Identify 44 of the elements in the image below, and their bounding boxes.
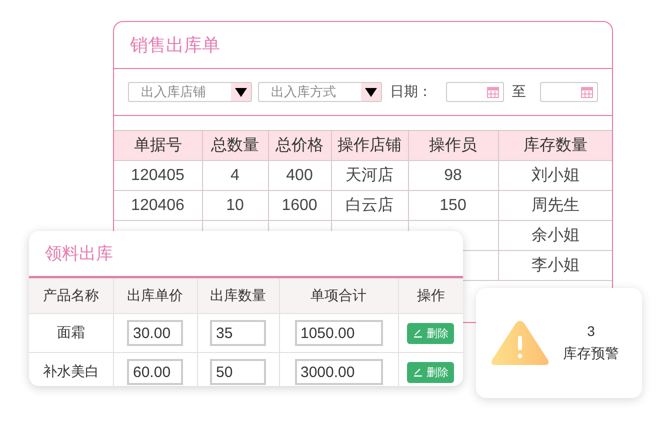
field-label: 日期： <box>390 83 432 101</box>
calendar-icon <box>487 86 499 98</box>
quantity-input[interactable]: 35 <box>210 320 266 346</box>
price-input[interactable]: 30.00 <box>127 320 183 346</box>
field-label: 至 <box>512 83 526 101</box>
column-header: 出库数量 <box>197 278 279 314</box>
column-header: 操作 <box>398 278 463 314</box>
table-cell: 400 <box>268 160 331 190</box>
price-input[interactable]: 60.00 <box>127 359 183 385</box>
table-cell: 120406 <box>114 190 202 220</box>
quantity-input[interactable]: 50 <box>210 359 266 385</box>
column-header: 库存数量 <box>498 130 612 160</box>
table-cell: 150 <box>408 190 498 220</box>
table-cell: 白云店 <box>331 190 408 220</box>
table-cell: 120405 <box>114 160 202 190</box>
column-header: 单项合计 <box>279 278 398 314</box>
warning-icon <box>490 320 550 366</box>
date-field[interactable] <box>540 82 598 102</box>
caret-icon <box>235 88 247 96</box>
subtotal-input[interactable]: 3000.00 <box>294 359 382 385</box>
table-cell: 天河店 <box>331 160 408 190</box>
dropdown[interactable]: 出入库方式 <box>258 82 382 102</box>
column-header: 总价格 <box>268 130 331 160</box>
column-header: 操作员 <box>408 130 498 160</box>
table-cell: 98 <box>408 160 498 190</box>
table-cell: 面霜 <box>29 314 113 352</box>
column-header: 出库单价 <box>113 278 197 314</box>
caret-icon <box>365 88 377 96</box>
column-header: 产品名称 <box>29 278 113 314</box>
table-cell: 4 <box>202 160 268 190</box>
alert-count: 3 <box>587 323 595 339</box>
table-cell: 10 <box>202 190 268 220</box>
table-cell: 1600 <box>268 190 331 220</box>
column-header: 总数量 <box>202 130 268 160</box>
alert-label: 库存预警 <box>563 345 619 363</box>
date-field[interactable] <box>446 82 504 102</box>
calendar-icon <box>581 86 593 98</box>
subtotal-input[interactable]: 1050.00 <box>294 320 382 346</box>
column-header: 单据号 <box>114 130 202 160</box>
pencil-icon <box>413 328 424 338</box>
card-title: 销售出库单 <box>129 34 221 57</box>
column-header: 操作店铺 <box>331 130 408 160</box>
pencil-icon <box>413 367 424 377</box>
dropdown[interactable]: 出入库店铺 <box>128 82 252 102</box>
